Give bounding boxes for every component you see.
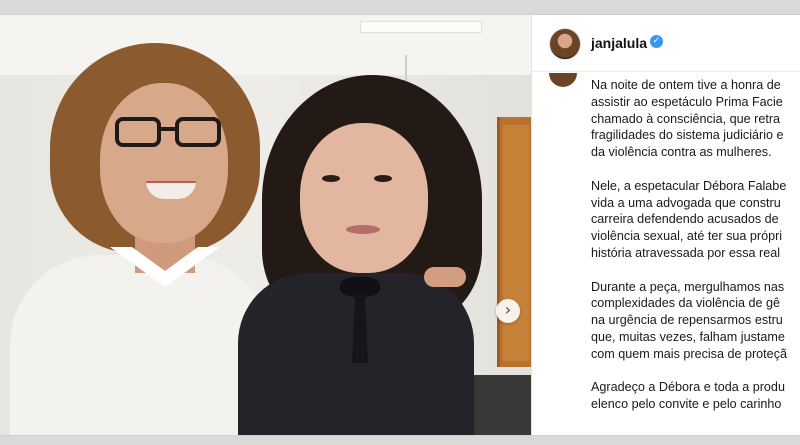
caption-line: fragilidades do sistema judiciário e [591, 128, 784, 143]
right-person-eye [374, 175, 392, 182]
left-person-white-shirt [10, 255, 270, 435]
caption-paragraph: Agradeço a Débora e toda a produ elenco … [591, 379, 800, 413]
right-person-lips [346, 225, 380, 234]
right-person-face [300, 123, 428, 273]
caption-line: Agradeço a Débora e toda a produ [591, 380, 785, 395]
caption-paragraph: Durante a peça, mergulhamos nas complexi… [591, 279, 800, 363]
caption-line: na urgência de repensarmos estru [591, 313, 783, 328]
caption-paragraph: Na noite de ontem tive a honra de assist… [591, 77, 800, 161]
chevron-right-icon[interactable]: › [496, 299, 520, 323]
ceiling-light [360, 21, 482, 33]
post-header: janjalula ✓ [532, 15, 800, 72]
caption-line: violência sexual, até ter sua própri [591, 229, 783, 244]
verified-badge-icon: ✓ [650, 35, 663, 48]
caption-line: assistir ao espetáculo Prima Facie [591, 94, 783, 109]
caption-line: da violência contra as mulheres. [591, 145, 772, 160]
caption-line: elenco pelo convite e pelo carinho [591, 397, 782, 412]
caption-line: história atravessada por essa real [591, 245, 781, 260]
caption-line: Na noite de ontem tive a honra de [591, 78, 781, 92]
post-photo[interactable]: › [0, 15, 531, 435]
caption-line: que, muitas vezes, falham justame [591, 329, 785, 344]
hand-on-shoulder [424, 267, 466, 287]
avatar[interactable] [549, 28, 581, 60]
caption-avatar[interactable] [549, 73, 577, 87]
caption-line: Durante a peça, mergulhamos nas [591, 279, 785, 294]
caption-paragraph: Nele, a espetacular Débora Falabe vida a… [591, 178, 800, 262]
right-person-eye [322, 175, 340, 182]
eyeglasses [115, 117, 223, 151]
caption-line: chamado à consciência, que retra [591, 111, 781, 126]
caption-line: complexidades da violência de gê [591, 296, 781, 311]
post-sidebar: janjalula ✓ Na noite de ontem tive a hon… [531, 15, 800, 435]
door-panel [503, 125, 529, 361]
caption-line: com quem mais precisa de proteçã [591, 346, 787, 361]
instagram-post-screenshot: › janjalula ✓ Na noite de ontem tive a h… [0, 14, 800, 436]
caption-line: vida a uma advogada que constru [591, 195, 781, 210]
left-person-face [100, 83, 228, 243]
username-link[interactable]: janjalula [591, 35, 647, 51]
post-caption: Na noite de ontem tive a honra de assist… [591, 77, 800, 430]
caption-line: carreira defendendo acusados de [591, 212, 779, 227]
caption-line: Nele, a espetacular Débora Falabe [591, 178, 787, 193]
